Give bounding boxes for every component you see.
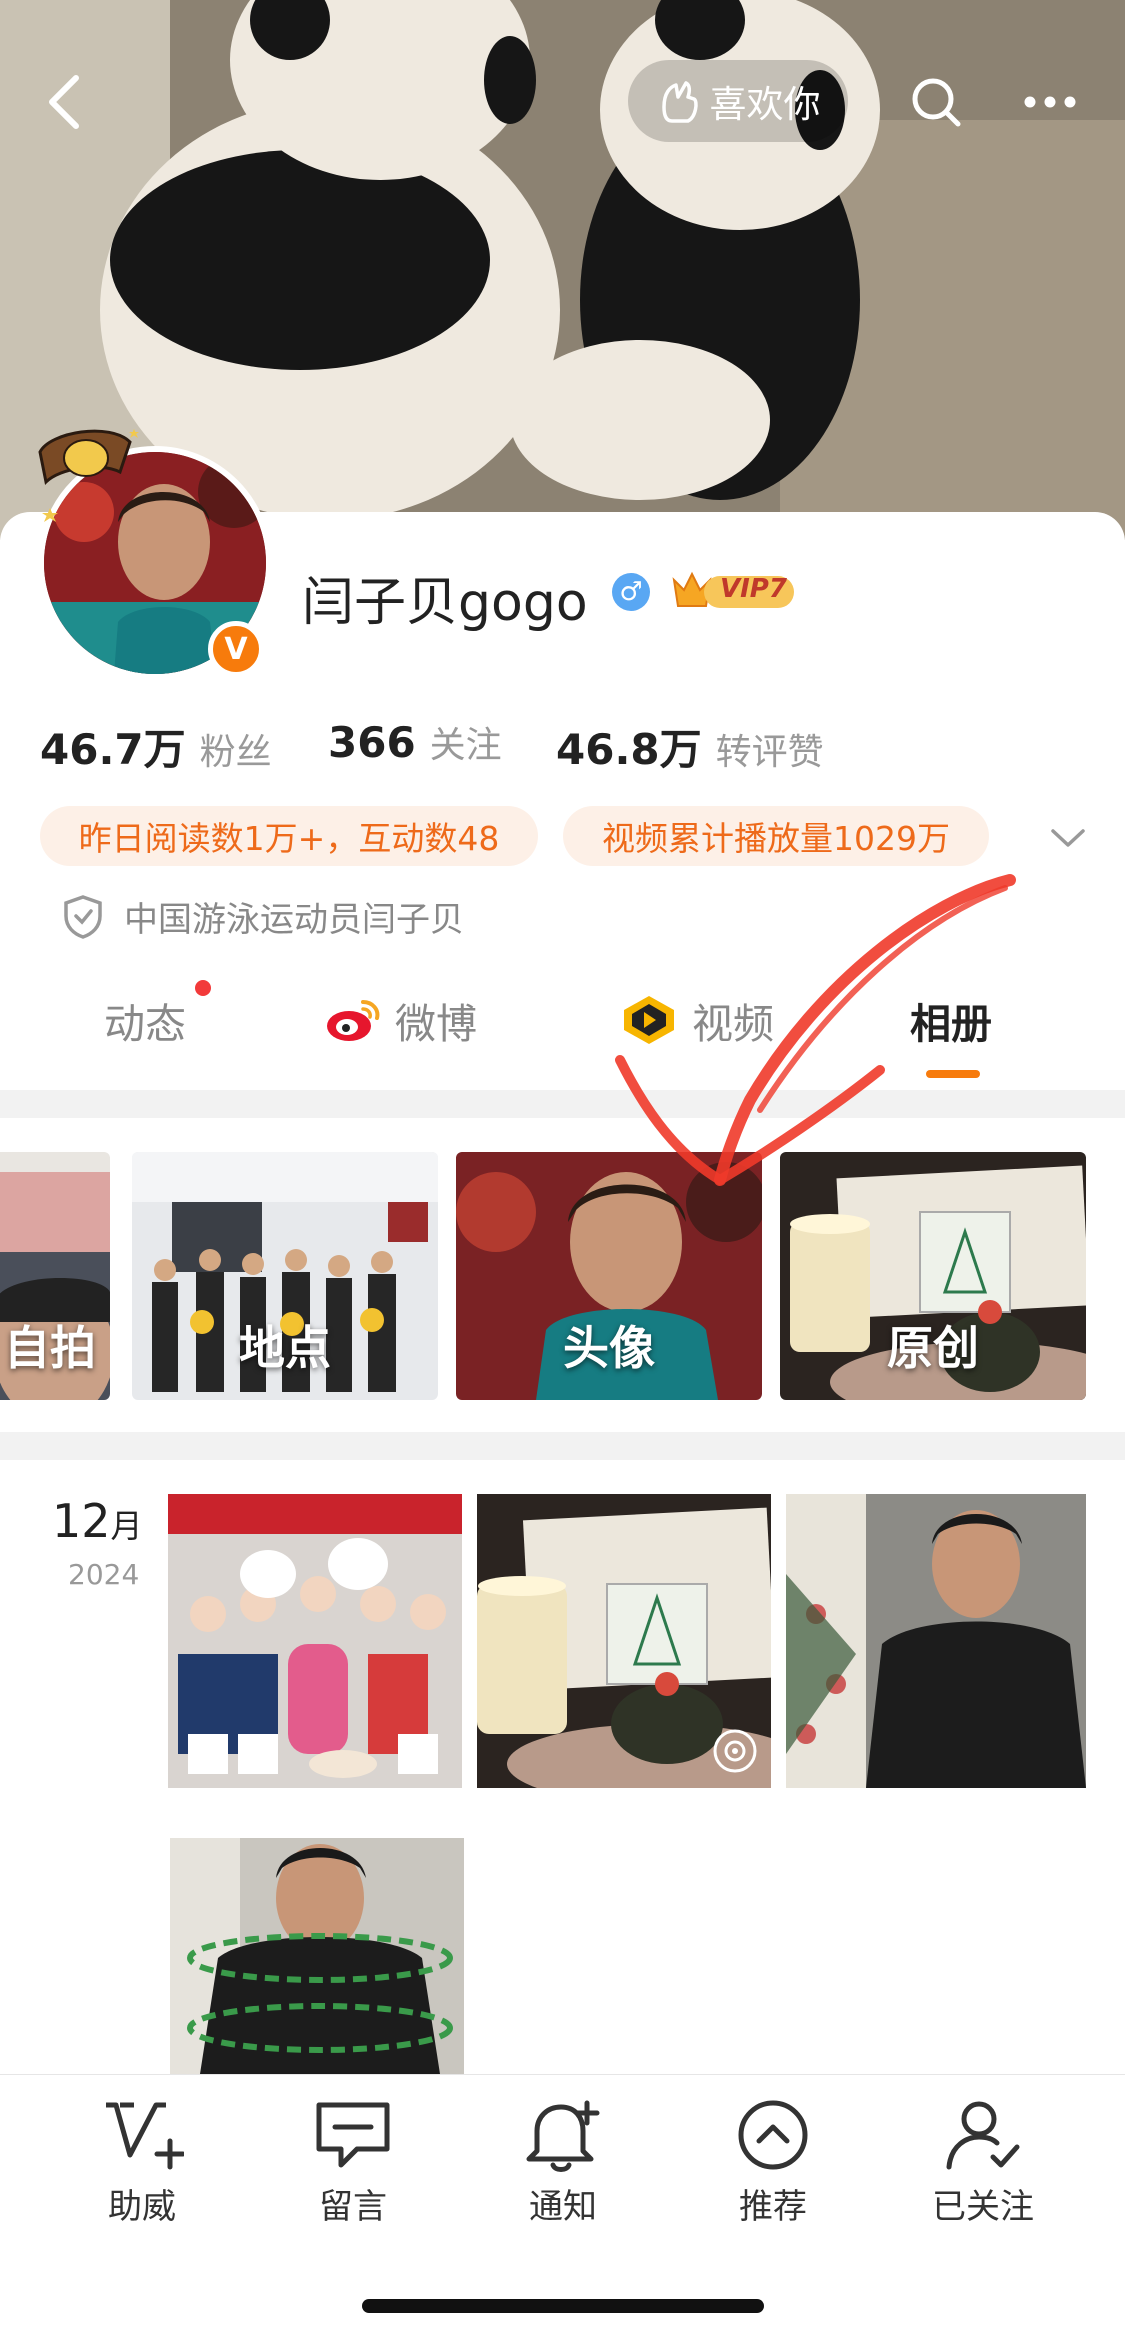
stat-following-value: 366	[328, 718, 416, 767]
bio-text: 中国游泳运动员闫子贝	[124, 900, 464, 940]
photo-item[interactable]	[168, 1494, 462, 1788]
bell-plus-icon	[526, 2100, 600, 2172]
album-selfie[interactable]: 自拍	[0, 1152, 110, 1400]
new-feed-dot	[195, 980, 211, 996]
stat-interactions-label: 转评赞	[715, 732, 824, 773]
home-indicator[interactable]	[362, 2299, 764, 2313]
album-avatar-label: 头像	[563, 1321, 655, 1375]
year-label: 2024	[68, 1558, 140, 1591]
gender-male-icon: ♂	[612, 573, 650, 611]
stat-interactions-value: 46.8万	[556, 725, 702, 774]
message-button[interactable]: 留言	[253, 2097, 453, 2228]
top-bar: 喜欢你	[0, 0, 1125, 200]
weibo-icon	[327, 1000, 380, 1041]
cheer-icon	[106, 2102, 184, 2170]
shield-verified-icon	[64, 894, 102, 939]
tab-weibo-label: 微博	[395, 1000, 477, 1048]
tab-weibo[interactable]: 微博	[325, 950, 477, 1090]
followed-label: 已关注	[932, 2187, 1034, 2227]
message-label: 留言	[319, 2187, 387, 2227]
message-icon	[316, 2102, 390, 2168]
stat-fans[interactable]: 46.7万 粉丝	[40, 716, 272, 777]
profile-screen: 喜欢你 V 闫子贝gogo ♂ VIP7 46.7万 粉丝 366 关注 46.…	[0, 0, 1125, 2339]
read-stats-tag[interactable]: 昨日阅读数1万+，互动数48	[40, 806, 538, 866]
verified-badge: V	[208, 621, 264, 677]
recommend-button[interactable]: 推荐	[673, 2097, 873, 2228]
stat-fans-value: 46.7万	[40, 725, 186, 774]
avatar-sticker	[30, 412, 150, 532]
stat-following[interactable]: 366 关注	[328, 716, 502, 768]
notify-button[interactable]: 通知	[463, 2097, 663, 2228]
like-hand-icon	[661, 81, 698, 123]
section-separator-2	[0, 1432, 1125, 1460]
vip-label: VIP7	[720, 574, 787, 604]
stat-following-label: 关注	[429, 725, 502, 766]
photo-item[interactable]	[170, 1838, 464, 2074]
profile-name: 闫子贝gogo	[302, 573, 588, 633]
photo-item[interactable]	[477, 1494, 771, 1788]
tab-feed-label: 动态	[104, 1000, 186, 1048]
album-location-label: 地点	[239, 1321, 331, 1375]
annotation-arrow	[615, 874, 1016, 1186]
stat-fans-label: 粉丝	[199, 732, 272, 773]
recommend-icon	[738, 2100, 808, 2170]
like-you-button[interactable]: 喜欢你	[628, 60, 848, 142]
month-label: 12月	[52, 1494, 143, 1548]
video-plays-tag[interactable]: 视频累计播放量1029万	[563, 806, 989, 866]
stat-interactions[interactable]: 46.8万 转评赞	[556, 716, 824, 777]
back-button[interactable]	[22, 60, 106, 144]
followed-user-icon	[946, 2101, 1020, 2170]
album-selfie-label: 自拍	[4, 1321, 96, 1375]
search-icon	[912, 78, 961, 127]
recommend-label: 推荐	[739, 2187, 807, 2227]
expand-button[interactable]	[1040, 810, 1096, 866]
more-button[interactable]	[1008, 60, 1092, 144]
photo-item[interactable]	[786, 1494, 1086, 1788]
cheer-label: 助威	[108, 2187, 176, 2227]
tab-feed[interactable]: 动态	[104, 950, 186, 1090]
more-icon	[1024, 96, 1076, 108]
followed-button[interactable]: 已关注	[883, 2097, 1083, 2228]
search-button[interactable]	[894, 60, 978, 144]
month-number: 12	[52, 1494, 111, 1548]
bio: 中国游泳运动员闫子贝	[62, 892, 464, 941]
chevron-down-icon	[1051, 829, 1085, 847]
notify-label: 通知	[529, 2187, 597, 2227]
chevron-left-icon	[49, 75, 79, 129]
album-original-label: 原创	[887, 1321, 979, 1375]
month-unit: 月	[110, 1507, 143, 1545]
vip-badge[interactable]: VIP7	[670, 566, 800, 614]
album-location[interactable]: 地点	[132, 1152, 438, 1400]
cheer-button[interactable]: 助威	[42, 2097, 242, 2228]
like-you-label: 喜欢你	[709, 83, 821, 126]
